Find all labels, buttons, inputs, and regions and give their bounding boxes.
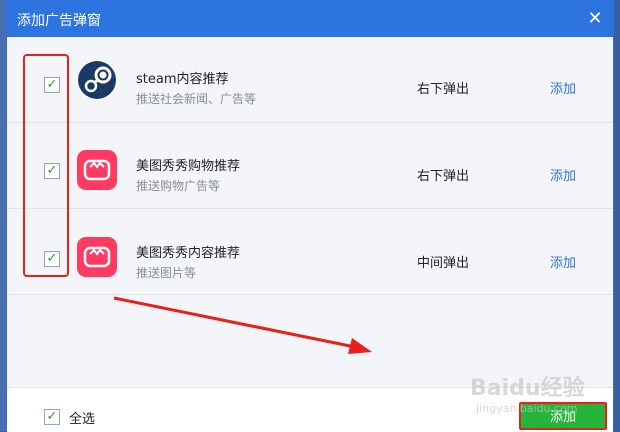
- close-icon[interactable]: ✕: [583, 7, 607, 31]
- item-add-link[interactable]: 添加: [550, 78, 576, 97]
- watermark-url: jingyan.baidu.com: [476, 402, 578, 415]
- item-name: steam内容推荐: [136, 72, 229, 87]
- item-name: 美图秀秀购物推荐: [136, 159, 241, 174]
- select-all-label[interactable]: 全选: [69, 408, 95, 427]
- dialog-titlebar: 添加广告弹窗 ✕: [7, 1, 613, 37]
- item-name: 美图秀秀内容推荐: [136, 246, 241, 261]
- watermark-brand: Baidu经验: [470, 376, 585, 401]
- annotation-highlight-box: [23, 54, 69, 277]
- item-popup-mode: 右下弹出: [417, 82, 470, 97]
- item-popup-mode: 右下弹出: [417, 169, 470, 184]
- select-all-checkbox[interactable]: ✓: [44, 409, 60, 425]
- list-item: ✓ steam内容推荐 推送社会新闻、广告等 右下弹出 添加: [7, 37, 613, 123]
- item-desc: 推送购物广告等: [136, 179, 221, 193]
- item-desc: 推送图片等: [136, 266, 197, 280]
- item-add-link[interactable]: 添加: [550, 165, 576, 184]
- item-desc: 推送社会新闻、广告等: [136, 92, 257, 106]
- baidu-watermark: Baidu经验 jingyan.baidu.com: [470, 370, 610, 430]
- steam-icon: [77, 60, 117, 100]
- item-add-link[interactable]: 添加: [550, 252, 576, 271]
- meitu-icon: [77, 237, 117, 277]
- add-ad-popup-dialog: 添加广告弹窗 ✕ ✓ steam内容推荐 推送社会新闻、广告等 右下弹出 添加: [6, 0, 614, 432]
- annotation-arrow-icon: [113, 296, 372, 354]
- item-popup-mode: 中间弹出: [417, 256, 470, 271]
- meitu-icon: [77, 150, 117, 190]
- list-item: ✓ 美图秀秀内容推荐 推送图片等 中间弹出 添加: [7, 209, 613, 295]
- dialog-title: 添加广告弹窗: [17, 13, 101, 29]
- list-item: ✓ 美图秀秀购物推荐 推送购物广告等 右下弹出 添加: [7, 123, 613, 209]
